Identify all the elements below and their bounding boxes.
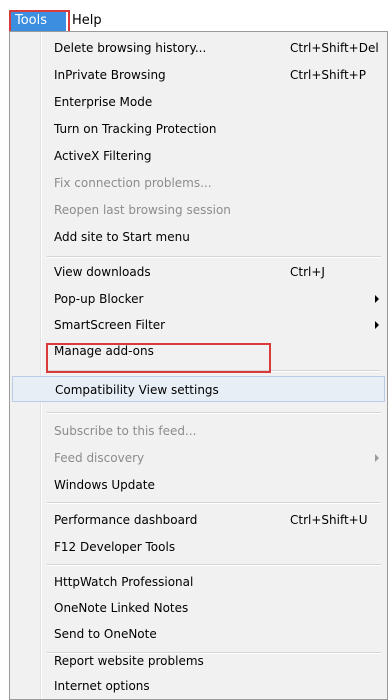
menu-bar: Tools Help: [9, 10, 104, 31]
menu-item-label: Add site to Start menu: [54, 230, 190, 244]
tools-dropdown-menu: Delete browsing history... Ctrl+Shift+De…: [9, 31, 388, 700]
menu-item-label: F12 Developer Tools: [54, 540, 176, 554]
menu-item-tracking-protection[interactable]: Turn on Tracking Protection: [12, 116, 385, 142]
menu-item-shortcut: Ctrl+J: [290, 265, 325, 279]
menu-item-label: Subscribe to this feed...: [54, 424, 197, 438]
submenu-arrow-icon: [375, 295, 379, 303]
menu-item-label: Compatibility View settings: [55, 383, 219, 397]
menu-item-f12-developer-tools[interactable]: F12 Developer Tools: [12, 534, 385, 560]
menu-item-send-to-onenote[interactable]: Send to OneNote: [12, 621, 385, 647]
menu-item-subscribe-to-feed: Subscribe to this feed...: [12, 418, 385, 444]
menu-separator: [47, 502, 381, 504]
menu-item-label: Send to OneNote: [54, 627, 157, 641]
menu-item-popup-blocker[interactable]: Pop-up Blocker: [12, 286, 385, 312]
menu-item-label: Internet options: [54, 679, 150, 693]
menu-item-internet-options[interactable]: Internet options: [12, 673, 385, 699]
menu-item-fix-connection-problems: Fix connection problems...: [12, 170, 385, 196]
menu-item-smartscreen-filter[interactable]: SmartScreen Filter: [12, 312, 385, 338]
menu-item-reopen-last-session: Reopen last browsing session: [12, 197, 385, 223]
menu-item-label: Performance dashboard: [54, 513, 198, 527]
menu-item-label: SmartScreen Filter: [54, 318, 166, 332]
menu-item-compatibility-view-settings[interactable]: Compatibility View settings: [12, 376, 385, 402]
menu-separator: [47, 564, 381, 566]
menu-item-shortcut: Ctrl+Shift+U: [290, 513, 368, 527]
menu-item-label: Reopen last browsing session: [54, 203, 231, 217]
menu-tools[interactable]: Tools: [9, 10, 66, 31]
menu-item-manage-addons[interactable]: Manage add-ons: [12, 338, 385, 364]
menu-item-activex-filtering[interactable]: ActiveX Filtering: [12, 143, 385, 169]
menu-item-label: Manage add-ons: [54, 344, 154, 358]
menu-item-delete-browsing-history[interactable]: Delete browsing history... Ctrl+Shift+De…: [12, 35, 385, 61]
menu-item-label: Enterprise Mode: [54, 95, 153, 109]
menu-item-add-site-to-start[interactable]: Add site to Start menu: [12, 224, 385, 250]
menu-item-label: Feed discovery: [54, 451, 145, 465]
menu-item-inprivate-browsing[interactable]: InPrivate Browsing Ctrl+Shift+P: [12, 62, 385, 88]
menu-item-label: Report website problems: [54, 654, 204, 668]
submenu-arrow-icon: [375, 454, 379, 462]
menu-item-shortcut: Ctrl+Shift+Del: [290, 41, 379, 55]
menu-item-view-downloads[interactable]: View downloads Ctrl+J: [12, 259, 385, 285]
menu-item-label: View downloads: [54, 265, 151, 279]
menu-item-label: Turn on Tracking Protection: [54, 122, 217, 136]
menu-item-label: Delete browsing history...: [54, 41, 207, 55]
menu-help[interactable]: Help: [66, 10, 104, 31]
menu-item-onenote-linked-notes[interactable]: OneNote Linked Notes: [12, 595, 385, 621]
menu-item-label: Windows Update: [54, 478, 155, 492]
menu-item-report-website-problems[interactable]: Report website problems: [12, 648, 385, 674]
menu-item-performance-dashboard[interactable]: Performance dashboard Ctrl+Shift+U: [12, 507, 385, 533]
menu-separator: [47, 256, 381, 258]
menu-item-feed-discovery: Feed discovery: [12, 445, 385, 471]
menu-separator: [47, 412, 381, 414]
submenu-arrow-icon: [375, 321, 379, 329]
menu-item-label: HttpWatch Professional: [54, 575, 194, 589]
menu-separator: [47, 370, 381, 372]
menu-item-shortcut: Ctrl+Shift+P: [290, 68, 366, 82]
menu-item-label: OneNote Linked Notes: [54, 601, 189, 615]
menu-item-label: Pop-up Blocker: [54, 292, 144, 306]
menu-item-windows-update[interactable]: Windows Update: [12, 472, 385, 498]
menu-item-label: ActiveX Filtering: [54, 149, 152, 163]
menu-item-httpwatch-professional[interactable]: HttpWatch Professional: [12, 569, 385, 595]
menu-item-label: InPrivate Browsing: [54, 68, 166, 82]
menu-item-label: Fix connection problems...: [54, 176, 212, 190]
menu-item-enterprise-mode[interactable]: Enterprise Mode: [12, 89, 385, 115]
